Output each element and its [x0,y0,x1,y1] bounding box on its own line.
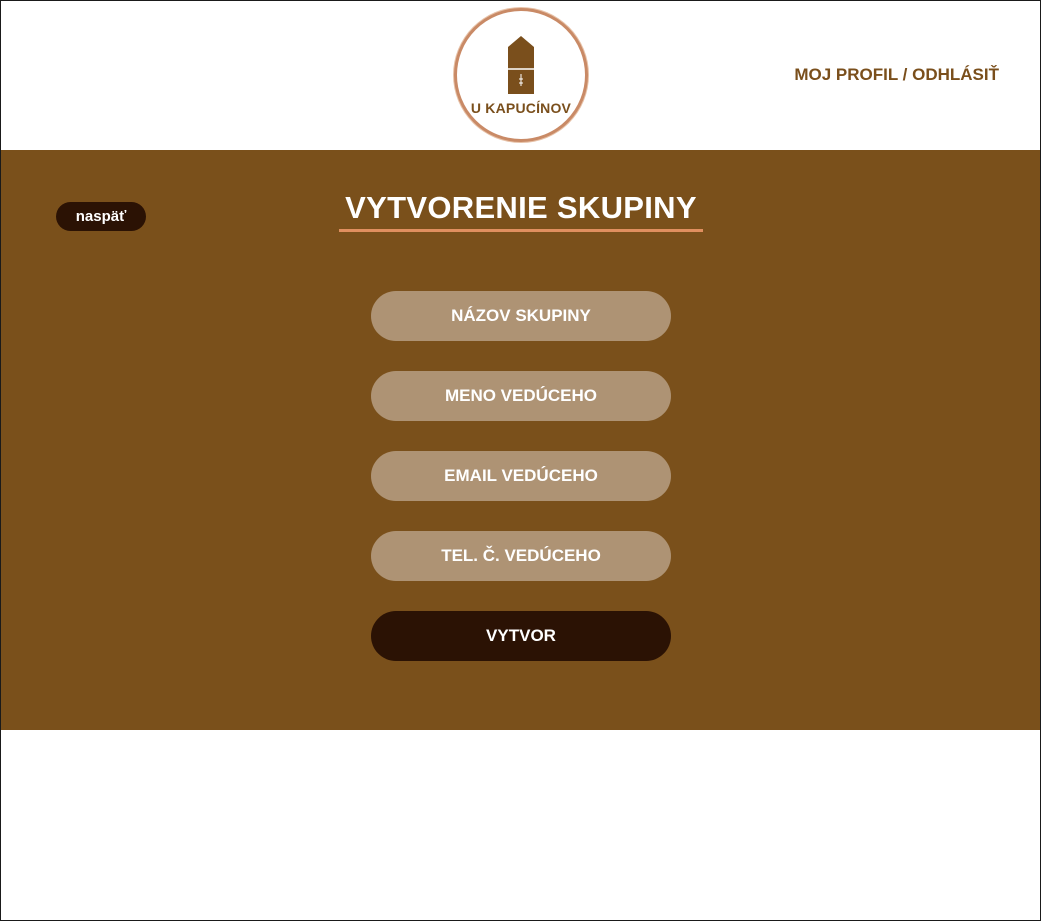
title-underline [339,229,703,232]
leader-name-field[interactable]: MENO VEDÚCEHO [371,371,671,421]
leader-phone-field[interactable]: TEL. Č. VEDÚCEHO [371,531,671,581]
profile-logout-link[interactable]: MOJ PROFIL / ODHLÁSIŤ [794,65,999,85]
create-group-panel: naspäť VYTVORENIE SKUPINY NÁZOV SKUPINY … [1,150,1040,730]
page-title: VYTVORENIE SKUPINY [345,190,697,225]
back-button[interactable]: naspäť [56,202,146,231]
create-button[interactable]: VYTVOR [371,611,671,661]
app-frame: U KAPUCÍNOV MOJ PROFIL / ODHLÁSIŤ naspäť… [0,0,1041,921]
logo-text: U KAPUCÍNOV [470,100,572,116]
group-name-field[interactable]: NÁZOV SKUPINY [371,291,671,341]
capuchin-silhouette-icon [508,36,534,94]
header: U KAPUCÍNOV MOJ PROFIL / ODHLÁSIŤ [1,1,1040,150]
logo[interactable]: U KAPUCÍNOV [454,8,588,142]
leader-email-field[interactable]: EMAIL VEDÚCEHO [371,451,671,501]
